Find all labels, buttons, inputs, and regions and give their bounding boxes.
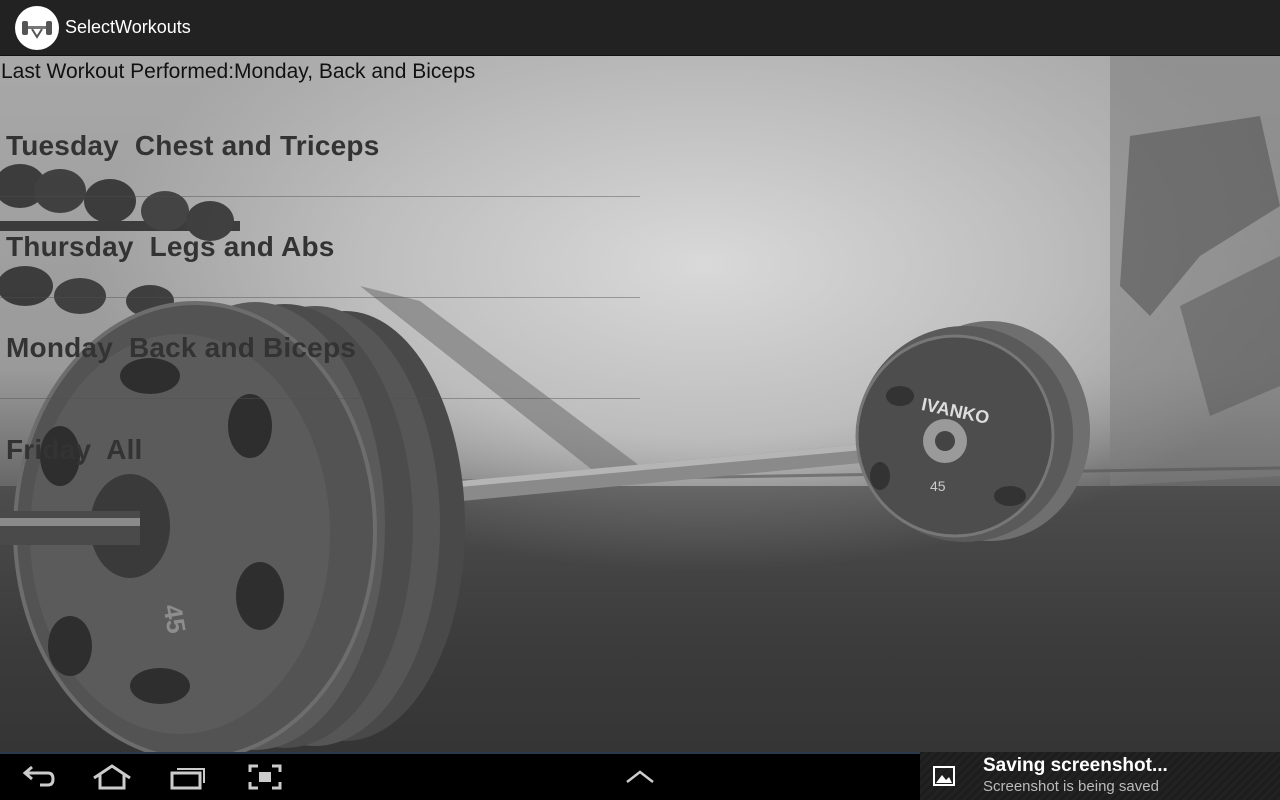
recent-apps-button[interactable] (168, 762, 208, 792)
image-icon (933, 766, 955, 786)
recent-apps-icon (170, 768, 205, 790)
workout-label: Friday All (6, 433, 143, 465)
workout-list: Tuesday Chest and Triceps Thursday Legs … (0, 96, 640, 500)
workout-item-tuesday[interactable]: Tuesday Chest and Triceps (0, 96, 640, 197)
home-icon (93, 764, 131, 790)
back-icon (22, 765, 55, 787)
plate-weight-text: 45 (930, 478, 946, 494)
back-button[interactable] (18, 762, 58, 792)
expand-up-button[interactable] (622, 762, 658, 792)
workout-item-thursday[interactable]: Thursday Legs and Abs (0, 197, 640, 298)
dumbbell-icon (22, 20, 52, 39)
content-area: IVANKO 45 45 Last Workout Performed:Mond… (0, 56, 1280, 752)
workout-label: Monday Back and Biceps (6, 332, 357, 363)
workout-item-monday[interactable]: Monday Back and Biceps (0, 298, 640, 399)
notification-title: Saving screenshot... (983, 755, 1168, 776)
screenshot-button[interactable] (245, 762, 285, 792)
workout-label: Tuesday Chest and Triceps (6, 130, 380, 161)
screenshot-notification[interactable]: Saving screenshot... Screenshot is being… (920, 752, 1280, 800)
chevron-up-icon (626, 770, 654, 783)
workout-label: Thursday Legs and Abs (6, 231, 335, 262)
home-button[interactable] (90, 762, 134, 792)
app-title: SelectWorkouts (65, 17, 191, 37)
screenshot-icon (248, 764, 282, 790)
last-workout-text: Last Workout Performed:Monday, Back and … (1, 60, 476, 83)
notification-subtitle: Screenshot is being saved (983, 778, 1159, 795)
workout-item-friday[interactable]: Friday All (0, 399, 640, 500)
action-bar: SelectWorkouts (0, 0, 1280, 56)
svg-text:45: 45 (157, 602, 192, 636)
app-icon[interactable] (15, 5, 59, 50)
